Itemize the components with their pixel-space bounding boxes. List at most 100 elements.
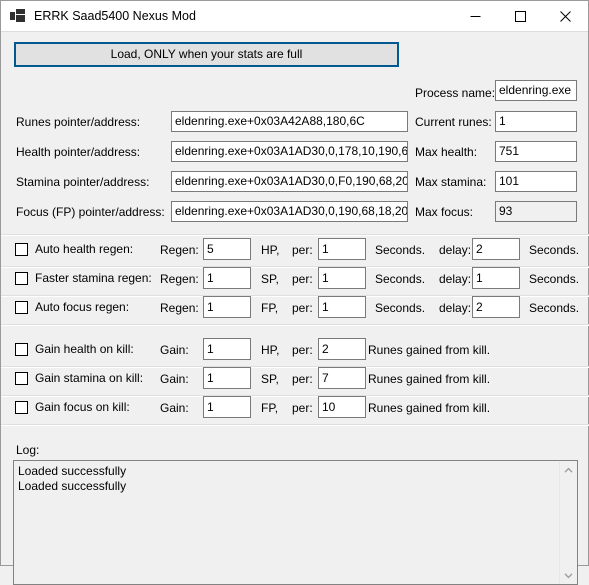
stamina-regen-amount-input[interactable]: 1 <box>203 267 251 289</box>
gain-stamina-amount-label: Gain: <box>160 372 189 386</box>
kill-section-divider-bottom <box>1 424 589 426</box>
scroll-up-button[interactable] <box>560 462 576 478</box>
gain-health-per-input[interactable]: 2 <box>318 338 366 360</box>
stamina-regen-delay-label: delay: <box>439 272 472 286</box>
runes-pointer-input[interactable]: eldenring.exe+0x03A42A88,180,6C <box>171 111 408 132</box>
auto-health-regen-label: Auto health regen: <box>35 242 134 256</box>
log-label: Log: <box>16 443 40 457</box>
gain-health-on-kill-label: Gain health on kill: <box>35 342 134 356</box>
max-stamina-input[interactable]: 101 <box>495 171 577 192</box>
health-regen-amount-input[interactable]: 5 <box>203 238 251 260</box>
gain-stamina-on-kill-checkbox[interactable] <box>15 371 28 385</box>
focus-regen-unit-label: FP, <box>261 301 279 315</box>
minimize-button[interactable] <box>453 1 498 31</box>
section-divider-top <box>1 234 589 236</box>
process-name-label: Process name: <box>415 86 496 100</box>
max-health-input[interactable]: 751 <box>495 141 577 162</box>
current-runes-input[interactable]: 1 <box>495 111 577 132</box>
gain-stamina-on-kill-checkbox-wrap[interactable]: Gain stamina on kill: <box>15 371 143 385</box>
regen-section-divider-bottom <box>1 324 589 326</box>
window-title: ERRK Saad5400 Nexus Mod <box>34 9 196 23</box>
log-content: Loaded successfully Loaded successfully <box>18 464 127 493</box>
auto-focus-regen-checkbox-wrap[interactable]: Auto focus regen: <box>15 300 129 314</box>
auto-focus-regen-row: Auto focus regen: Regen: 1 FP, per: 1 Se… <box>1 295 589 325</box>
gain-health-on-kill-checkbox[interactable] <box>15 342 28 356</box>
gain-stamina-on-kill-label: Gain stamina on kill: <box>35 371 144 385</box>
max-stamina-label: Max stamina: <box>415 175 487 189</box>
faster-stamina-regen-checkbox[interactable] <box>15 271 28 285</box>
focus-regen-delay-input[interactable]: 2 <box>472 296 520 318</box>
health-regen-delay-input[interactable]: 2 <box>472 238 520 260</box>
gain-focus-unit-label: FP, <box>261 401 279 415</box>
gain-focus-amount-input[interactable]: 1 <box>203 396 251 418</box>
log-scrollbar[interactable] <box>559 462 576 583</box>
stamina-regen-unit-label: SP, <box>261 272 279 286</box>
max-health-label: Max health: <box>415 145 478 159</box>
health-pointer-label: Health pointer/address: <box>16 145 141 159</box>
health-regen-amount-label: Regen: <box>160 243 199 257</box>
gain-health-unit-label: HP, <box>261 343 280 357</box>
auto-focus-regen-label: Auto focus regen: <box>35 300 130 314</box>
gain-focus-on-kill-checkbox-wrap[interactable]: Gain focus on kill: <box>15 400 130 414</box>
auto-health-regen-checkbox[interactable] <box>15 242 28 256</box>
gain-focus-on-kill-row: Gain focus on kill: Gain: 1 FP, per: 10 … <box>1 395 589 425</box>
focus-regen-amount-input[interactable]: 1 <box>203 296 251 318</box>
stamina-pointer-input[interactable]: eldenring.exe+0x03A1AD30,0,F0,190,68,20,… <box>171 171 408 192</box>
stamina-regen-per-unit-label: Seconds. <box>375 272 426 286</box>
gain-focus-per-unit-label: Runes gained from kill. <box>368 401 491 415</box>
faster-stamina-regen-checkbox-wrap[interactable]: Faster stamina regen: <box>15 271 152 285</box>
gain-focus-on-kill-label: Gain focus on kill: <box>35 400 130 414</box>
app-windows-icon <box>10 8 26 24</box>
gain-health-on-kill-checkbox-wrap[interactable]: Gain health on kill: <box>15 342 134 356</box>
gain-health-per-unit-label: Runes gained from kill. <box>368 343 491 357</box>
health-regen-per-label: per: <box>292 243 313 257</box>
gain-focus-per-label: per: <box>292 401 313 415</box>
faster-stamina-regen-label: Faster stamina regen: <box>35 271 152 285</box>
chevron-up-icon <box>564 467 572 473</box>
title-bar: ERRK Saad5400 Nexus Mod <box>1 1 588 32</box>
runes-pointer-label: Runes pointer/address: <box>16 115 141 129</box>
close-icon <box>560 10 571 22</box>
focus-regen-per-input[interactable]: 1 <box>318 296 366 318</box>
gain-health-amount-input[interactable]: 1 <box>203 338 251 360</box>
stamina-pointer-label: Stamina pointer/address: <box>16 175 150 189</box>
gain-stamina-amount-input[interactable]: 1 <box>203 367 251 389</box>
focus-regen-delay-unit-label: Seconds. <box>529 301 580 315</box>
gain-focus-on-kill-checkbox[interactable] <box>15 400 28 414</box>
application-window: ERRK Saad5400 Nexus Mod Load, ONLY when … <box>0 0 589 585</box>
stamina-regen-delay-input[interactable]: 1 <box>472 267 520 289</box>
focus-regen-delay-label: delay: <box>439 301 472 315</box>
scroll-down-button[interactable] <box>560 567 576 583</box>
health-regen-delay-label: delay: <box>439 243 472 257</box>
gain-focus-amount-label: Gain: <box>160 401 189 415</box>
log-textarea[interactable]: Loaded successfully Loaded successfully <box>13 460 578 585</box>
stamina-regen-per-label: per: <box>292 272 313 286</box>
gain-stamina-per-label: per: <box>292 372 313 386</box>
gain-health-on-kill-row: Gain health on kill: Gain: 1 HP, per: 2 … <box>1 337 589 367</box>
gain-stamina-per-unit-label: Runes gained from kill. <box>368 372 491 386</box>
health-regen-unit-label: HP, <box>261 243 280 257</box>
focus-regen-amount-label: Regen: <box>160 301 199 315</box>
close-button[interactable] <box>543 1 588 31</box>
gain-stamina-per-input[interactable]: 7 <box>318 367 366 389</box>
auto-health-regen-checkbox-wrap[interactable]: Auto health regen: <box>15 242 133 256</box>
stamina-regen-delay-unit-label: Seconds. <box>529 272 580 286</box>
focus-pointer-label: Focus (FP) pointer/address: <box>16 205 165 219</box>
gain-focus-per-input[interactable]: 10 <box>318 396 366 418</box>
focus-pointer-input[interactable]: eldenring.exe+0x03A1AD30,0,190,68,18,20,… <box>171 201 408 222</box>
process-name-input[interactable]: eldenring.exe <box>495 80 577 101</box>
minimize-icon <box>470 15 481 17</box>
focus-regen-per-unit-label: Seconds. <box>375 301 426 315</box>
faster-stamina-regen-row: Faster stamina regen: Regen: 1 SP, per: … <box>1 266 589 296</box>
stamina-regen-per-input[interactable]: 1 <box>318 267 366 289</box>
health-pointer-input[interactable]: eldenring.exe+0x03A1AD30,0,178,10,190,68 <box>171 141 408 162</box>
max-focus-input[interactable]: 93 <box>495 201 577 222</box>
gain-health-amount-label: Gain: <box>160 343 189 357</box>
chevron-down-icon <box>564 572 572 578</box>
health-regen-per-input[interactable]: 1 <box>318 238 366 260</box>
maximize-button[interactable] <box>498 1 543 31</box>
max-focus-label: Max focus: <box>415 205 474 219</box>
load-button[interactable]: Load, ONLY when your stats are full <box>14 42 399 67</box>
client-area: Load, ONLY when your stats are full Rune… <box>1 32 589 585</box>
auto-focus-regen-checkbox[interactable] <box>15 300 28 314</box>
